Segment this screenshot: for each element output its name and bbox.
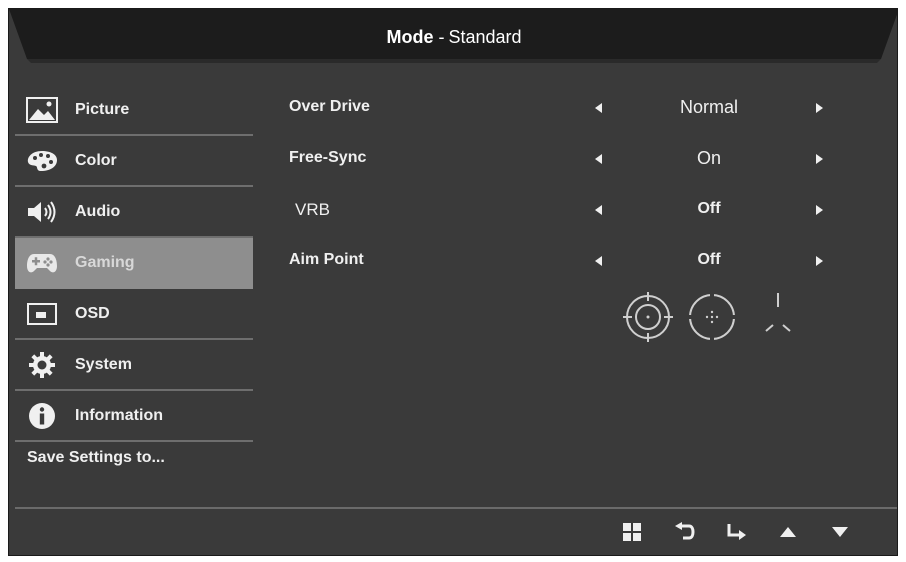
back-icon[interactable]: [671, 519, 697, 545]
setting-over-drive[interactable]: Over Drive Normal: [289, 85, 849, 136]
down-icon[interactable]: [827, 519, 853, 545]
speaker-icon: [25, 197, 59, 227]
arrow-left-icon[interactable]: [589, 96, 609, 120]
arrow-left-icon[interactable]: [589, 147, 609, 171]
mode-value: Standard: [448, 27, 522, 47]
sidebar-item-label: Picture: [75, 100, 130, 118]
sidebar-item-label: Gaming: [75, 253, 135, 271]
sidebar-item-system[interactable]: System: [15, 340, 253, 391]
sidebar-item-label: Audio: [75, 202, 121, 220]
save-settings-button[interactable]: Save Settings to...: [15, 442, 253, 474]
picture-icon: [25, 95, 59, 125]
sidebar-item-color[interactable]: Color: [15, 136, 253, 187]
sidebar-item-information[interactable]: Information: [15, 391, 253, 442]
mode-separator: -: [438, 27, 445, 47]
settings-panel: Over Drive Normal Free-Sync On VRB Off A…: [289, 85, 849, 289]
footer-divider: [15, 507, 897, 509]
sidebar-menu: Picture Color Audio Gaming OSD System In…: [15, 85, 253, 474]
setting-vrb[interactable]: VRB Off: [289, 187, 849, 238]
osd-icon: [25, 299, 59, 329]
setting-value: Off: [697, 200, 721, 217]
crosshair-lines-icon[interactable]: [752, 291, 804, 348]
sidebar-item-gaming[interactable]: Gaming: [15, 238, 253, 289]
title-bar: Mode - Standard: [9, 9, 897, 73]
arrow-left-icon[interactable]: [589, 198, 609, 222]
arrow-right-icon[interactable]: [809, 249, 829, 273]
setting-value: Normal: [679, 97, 738, 117]
sidebar-item-label: Information: [75, 406, 163, 424]
sidebar-item-label: OSD: [75, 304, 110, 322]
arrow-right-icon[interactable]: [809, 96, 829, 120]
sidebar-item-label: System: [75, 355, 132, 373]
setting-free-sync[interactable]: Free-Sync On: [289, 136, 849, 187]
palette-icon: [25, 146, 59, 176]
crosshair-circle-icon[interactable]: [622, 291, 674, 348]
enter-icon[interactable]: [723, 519, 749, 545]
footer-controls: [609, 519, 859, 545]
arrow-left-icon[interactable]: [589, 249, 609, 273]
info-icon: [25, 401, 59, 431]
setting-label: Aim Point: [289, 251, 364, 268]
gear-icon: [25, 350, 59, 380]
sidebar-item-osd[interactable]: OSD: [15, 289, 253, 340]
sidebar-item-picture[interactable]: Picture: [15, 85, 253, 136]
setting-label: Free-Sync: [289, 149, 367, 166]
arrow-right-icon[interactable]: [809, 147, 829, 171]
sidebar-item-label: Color: [75, 151, 117, 169]
sidebar-item-audio[interactable]: Audio: [15, 187, 253, 238]
arrow-right-icon[interactable]: [809, 198, 829, 222]
up-icon[interactable]: [775, 519, 801, 545]
setting-aim-point[interactable]: Aim Point Off: [289, 238, 849, 289]
mode-label: Mode: [386, 27, 434, 47]
aim-point-options: [614, 291, 804, 351]
setting-label: VRB: [295, 200, 330, 219]
setting-label: Over Drive: [289, 98, 370, 115]
menu-icon[interactable]: [619, 519, 645, 545]
setting-value: Off: [697, 251, 721, 268]
mode-title: Mode - Standard: [9, 27, 897, 48]
monitor-osd-panel: Mode - Standard Picture Color Audio Gami…: [8, 8, 898, 556]
setting-value: On: [696, 148, 721, 168]
gamepad-icon: [25, 248, 59, 278]
crosshair-dotted-icon[interactable]: [686, 291, 738, 348]
